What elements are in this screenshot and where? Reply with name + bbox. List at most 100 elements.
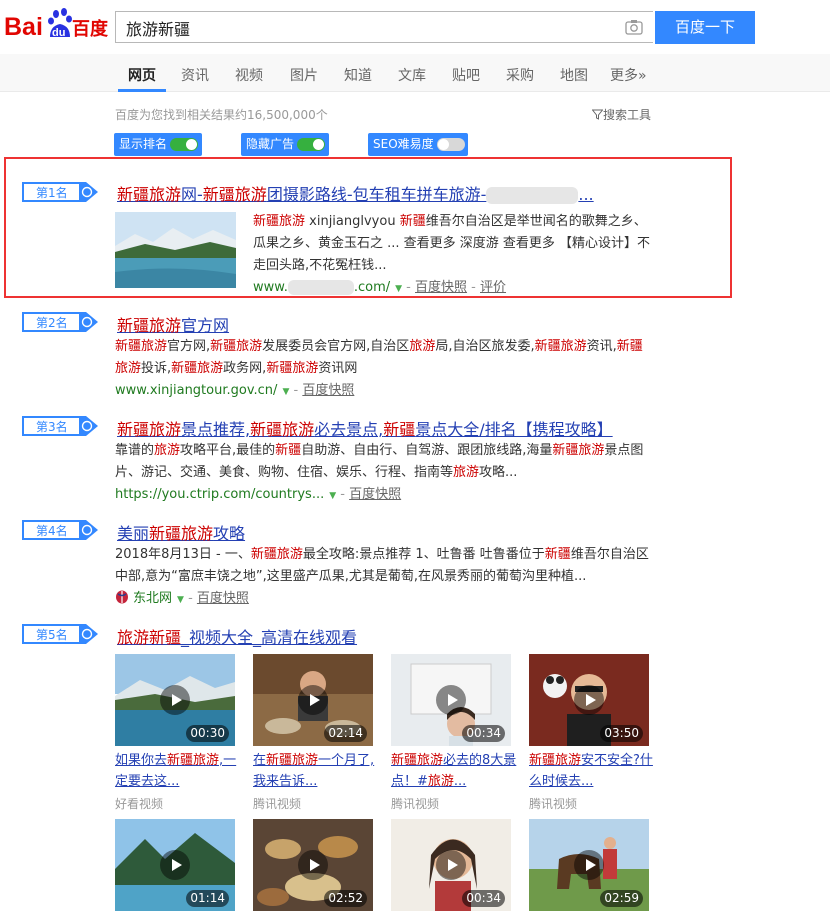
blurred-text bbox=[287, 280, 354, 295]
tab-tieba[interactable]: 贴吧 bbox=[452, 65, 480, 85]
video-duration: 02:14 bbox=[324, 725, 367, 742]
rank-badge: 第2名 bbox=[22, 310, 98, 334]
toggle-label: 隐藏广告 bbox=[246, 137, 295, 151]
blurred-text bbox=[486, 187, 579, 204]
video-thumbnail[interactable]: 02:52 bbox=[253, 819, 373, 911]
result-title-5[interactable]: 旅游新疆_视频大全_高清在线观看 bbox=[117, 624, 357, 648]
rank-badge: 第3名 bbox=[22, 414, 98, 438]
video-source: 腾讯视频 bbox=[529, 797, 578, 811]
play-icon[interactable] bbox=[298, 850, 328, 880]
caret-down-icon[interactable]: ▼ bbox=[395, 284, 402, 294]
video-thumbnail[interactable]: 02:59 bbox=[529, 819, 649, 911]
svg-text:百度: 百度 bbox=[72, 18, 108, 40]
toggle-hide-ads[interactable]: 隐藏广告 bbox=[241, 133, 329, 156]
video-source: 好看视频 bbox=[115, 797, 164, 811]
result-url[interactable]: https://you.ctrip.com/countrys... ▼ - 百度快… bbox=[115, 483, 401, 502]
video-source: 腾讯视频 bbox=[253, 797, 302, 811]
rank-badge: 第1名 bbox=[22, 180, 98, 204]
toggle-show-rank[interactable]: 显示排名 bbox=[114, 133, 202, 156]
search-input[interactable] bbox=[124, 12, 608, 44]
result-title-3[interactable]: 新疆旅游景点推荐,新疆旅游必去景点,新疆景点大全/排名【携程攻略】 bbox=[117, 416, 613, 440]
camera-icon[interactable] bbox=[625, 19, 643, 35]
search-tools-label: 搜索工具 bbox=[603, 108, 652, 122]
video-thumbnail[interactable]: 00:34 bbox=[391, 819, 511, 911]
header: Bai du 百度 百度一下 网页 资讯 视频 图片 知道 文库 贴吧 采购 bbox=[0, 0, 830, 92]
snapshot-link[interactable]: 百度快照 bbox=[349, 487, 401, 502]
video-duration: 03:50 bbox=[600, 725, 643, 742]
video-duration: 00:30 bbox=[186, 725, 229, 742]
search-box bbox=[115, 11, 653, 44]
nav-tabs: 网页 资讯 视频 图片 知道 文库 贴吧 采购 地图 更多» bbox=[0, 54, 830, 92]
tab-purchase[interactable]: 采购 bbox=[506, 65, 534, 85]
result-abstract: 2018年8月13日 - 一、新疆旅游最全攻略:景点推荐 1、吐鲁番 吐鲁番位于… bbox=[115, 547, 649, 584]
video-caption-1[interactable]: 如果你去新疆旅游,一定要去这... bbox=[115, 750, 241, 792]
video-thumbnail[interactable]: 00:34 bbox=[391, 654, 511, 746]
snapshot-link[interactable]: 百度快照 bbox=[302, 383, 354, 398]
search-tools-button[interactable]: 搜索工具 bbox=[591, 106, 652, 123]
tab-wenku[interactable]: 文库 bbox=[398, 65, 426, 85]
video-duration: 00:34 bbox=[462, 890, 505, 907]
result-url[interactable]: www. .com/▼ - 百度快照 - 评价 bbox=[253, 276, 506, 295]
rank-badge: 第5名 bbox=[22, 622, 98, 646]
toggle-seo-difficulty[interactable]: SEO难易度 bbox=[368, 133, 468, 156]
result-title-4[interactable]: 美丽新疆旅游攻略 bbox=[117, 520, 245, 544]
tab-video[interactable]: 视频 bbox=[235, 65, 263, 85]
svg-text:Bai: Bai bbox=[4, 13, 43, 41]
video-duration: 01:14 bbox=[186, 890, 229, 907]
video-duration: 02:52 bbox=[324, 890, 367, 907]
result-count: 百度为您找到相关结果约16,500,000个 bbox=[115, 108, 328, 122]
play-icon[interactable] bbox=[574, 685, 604, 715]
result-title-2[interactable]: 新疆旅游官方网 bbox=[117, 312, 229, 336]
toggle-label: SEO难易度 bbox=[373, 137, 434, 151]
result-title-1[interactable]: 新疆旅游网-新疆旅游团摄影路线-包车租车拼车旅游-... bbox=[117, 181, 594, 205]
video-thumbnail[interactable]: 02:14 bbox=[253, 654, 373, 746]
play-icon[interactable] bbox=[160, 850, 190, 880]
tab-images[interactable]: 图片 bbox=[290, 65, 318, 85]
play-icon[interactable] bbox=[574, 850, 604, 880]
snapshot-link[interactable]: 百度快照 bbox=[415, 280, 467, 295]
video-thumbnail[interactable]: 01:14 bbox=[115, 819, 235, 911]
play-icon[interactable] bbox=[160, 685, 190, 715]
video-caption-4[interactable]: 新疆旅游安不安全?什么时候去... bbox=[529, 750, 655, 792]
play-icon[interactable] bbox=[436, 850, 466, 880]
video-caption-2[interactable]: 在新疆旅游一个月了,我来告诉... bbox=[253, 750, 379, 792]
toggle-label: 显示排名 bbox=[119, 137, 168, 151]
video-thumbnail[interactable]: 03:50 bbox=[529, 654, 649, 746]
svg-text:du: du bbox=[52, 27, 65, 39]
video-duration: 00:34 bbox=[462, 725, 505, 742]
result-thumbnail[interactable] bbox=[115, 212, 236, 288]
rank-label: 第1名 bbox=[36, 186, 68, 200]
active-tab-indicator bbox=[118, 89, 166, 92]
result-abstract: 新疆旅游 xinjianglvyou 新疆维吾尔自治区是举世闻名的歌舞之乡、瓜果… bbox=[253, 214, 651, 273]
switch-on[interactable] bbox=[170, 138, 198, 151]
filter-icon bbox=[591, 109, 604, 120]
rank-badge: 第4名 bbox=[22, 518, 98, 542]
baidu-logo[interactable]: Bai du 百度 bbox=[4, 6, 109, 42]
tab-map[interactable]: 地图 bbox=[560, 65, 588, 85]
site-favicon-icon bbox=[116, 590, 128, 604]
tab-web[interactable]: 网页 bbox=[128, 65, 156, 85]
result-url[interactable]: 东北网 ▼ - 百度快照 bbox=[115, 587, 249, 606]
tab-zhidao[interactable]: 知道 bbox=[344, 65, 372, 85]
result-abstract: 靠谱的旅游攻略平台,最佳的新疆自助游、自由行、自驾游、跟团旅线路,海量新疆旅游景… bbox=[115, 443, 644, 480]
switch-off[interactable] bbox=[437, 138, 465, 151]
video-thumbnail[interactable]: 00:30 bbox=[115, 654, 235, 746]
video-duration: 02:59 bbox=[600, 890, 643, 907]
rank-label: 第2名 bbox=[36, 316, 68, 330]
switch-on[interactable] bbox=[297, 138, 325, 151]
review-link[interactable]: 评价 bbox=[480, 280, 506, 295]
tab-more[interactable]: 更多» bbox=[610, 65, 647, 85]
result-url[interactable]: www.xinjiangtour.gov.cn/▼ - 百度快照 bbox=[115, 379, 354, 398]
tab-news[interactable]: 资讯 bbox=[181, 65, 209, 85]
rank-label: 第4名 bbox=[36, 524, 68, 538]
snapshot-link[interactable]: 百度快照 bbox=[197, 591, 249, 606]
rank-label: 第5名 bbox=[36, 628, 68, 642]
search-button[interactable]: 百度一下 bbox=[655, 11, 755, 44]
video-caption-3[interactable]: 新疆旅游必去的8大景点！#旅游... bbox=[391, 750, 517, 792]
play-icon[interactable] bbox=[436, 685, 466, 715]
play-icon[interactable] bbox=[298, 685, 328, 715]
result-abstract: 新疆旅游官方网,新疆旅游发展委员会官方网,自治区旅游局,自治区旅发委,新疆旅游资… bbox=[115, 339, 643, 376]
caret-down-icon[interactable]: ▼ bbox=[177, 595, 184, 605]
rank-label: 第3名 bbox=[36, 420, 68, 434]
video-source: 腾讯视频 bbox=[391, 797, 440, 811]
